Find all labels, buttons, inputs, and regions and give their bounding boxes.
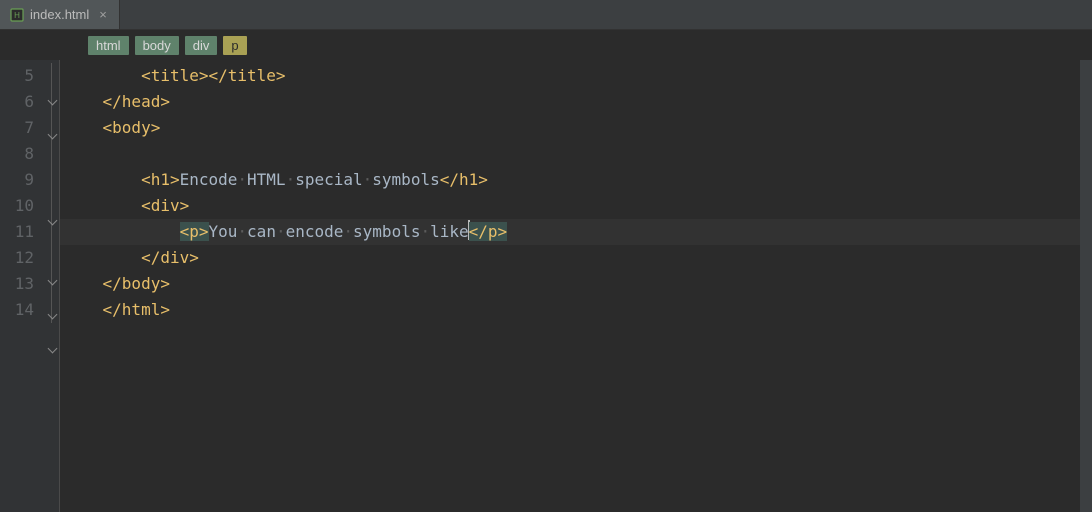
file-tab[interactable]: H index.html ×: [0, 0, 120, 29]
svg-text:H: H: [14, 11, 20, 20]
html-file-icon: H: [10, 8, 24, 22]
code-line[interactable]: </html>: [60, 297, 1092, 323]
close-icon[interactable]: ×: [97, 8, 109, 21]
code-line[interactable]: <h1>Encode·HTML·special·symbols</h1>: [60, 167, 1092, 193]
code-line[interactable]: <body>: [60, 115, 1092, 141]
fold-toggle-icon[interactable]: [47, 345, 57, 355]
code-editor[interactable]: 5 6 7 8 9 10 11 12 13 14 <title></title>…: [0, 60, 1092, 512]
code-line[interactable]: </body>: [60, 271, 1092, 297]
line-number: 14: [0, 297, 44, 323]
breadcrumb-body[interactable]: body: [135, 36, 179, 55]
code-text: You·can·encode·symbols·like: [209, 222, 469, 241]
breadcrumb-p[interactable]: p: [223, 36, 246, 55]
line-number: 11: [0, 219, 44, 245]
code-line[interactable]: [60, 141, 1092, 167]
line-number: 7: [0, 115, 44, 141]
breadcrumb-div[interactable]: div: [185, 36, 218, 55]
line-number: 12: [0, 245, 44, 271]
code-line-current[interactable]: <p>You·can·encode·symbols·like</p>: [60, 219, 1092, 245]
code-line[interactable]: </div>: [60, 245, 1092, 271]
line-number: 6: [0, 89, 44, 115]
code-line[interactable]: <div>: [60, 193, 1092, 219]
fold-toggle-icon[interactable]: [47, 217, 57, 227]
line-number: 10: [0, 193, 44, 219]
code-line[interactable]: <title></title>: [60, 63, 1092, 89]
fold-toggle-icon[interactable]: [47, 277, 57, 287]
fold-toggle-icon[interactable]: [47, 97, 57, 107]
line-number-gutter: 5 6 7 8 9 10 11 12 13 14: [0, 60, 44, 512]
tab-bar: H index.html ×: [0, 0, 1092, 30]
fold-toggle-icon[interactable]: [47, 131, 57, 141]
breadcrumb-html[interactable]: html: [88, 36, 129, 55]
line-number: 5: [0, 63, 44, 89]
code-text: Encode·HTML·special·symbols: [180, 170, 440, 189]
code-line[interactable]: </head>: [60, 89, 1092, 115]
tab-filename: index.html: [30, 7, 89, 22]
line-number: 8: [0, 141, 44, 167]
code-area[interactable]: <title></title> </head> <body> <h1>Encod…: [60, 60, 1092, 512]
line-number: 13: [0, 271, 44, 297]
breadcrumb-bar: html body div p: [0, 30, 1092, 60]
fold-toggle-icon[interactable]: [47, 311, 57, 321]
line-number: 9: [0, 167, 44, 193]
editor-scrollbar[interactable]: [1080, 60, 1092, 512]
fold-gutter: [44, 60, 60, 512]
